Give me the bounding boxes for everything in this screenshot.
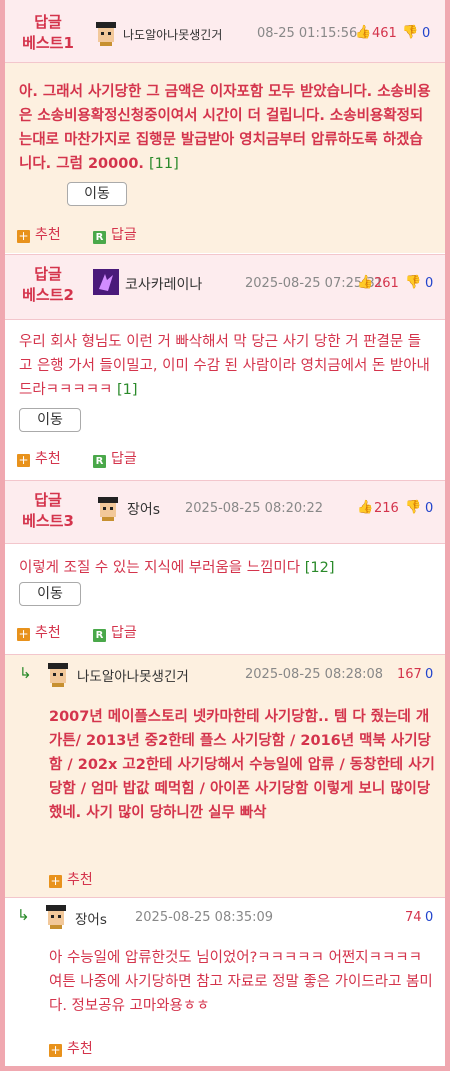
downvote-count: 0: [425, 501, 434, 516]
reply-r-icon: R: [93, 455, 106, 468]
reply-r-icon: R: [93, 231, 106, 244]
avatar[interactable]: [95, 495, 121, 521]
plus-square-icon: +: [17, 453, 30, 467]
move-button[interactable]: 이동: [19, 582, 81, 606]
comment-date: 08-25 01:15:56: [257, 26, 358, 41]
rank-line2: 베스트1: [22, 34, 74, 52]
recommend-button[interactable]: + 추천: [17, 448, 61, 468]
reply-arrow-icon: ↳: [19, 664, 32, 682]
reply-label: 답글: [111, 227, 137, 243]
rank-line2: 베스트3: [22, 512, 74, 530]
downvote-count: 0: [425, 667, 434, 682]
upvote-count: 216: [374, 501, 399, 516]
reply-label: 답글: [111, 625, 137, 641]
avatar[interactable]: [43, 903, 69, 929]
recommend-label: 추천: [35, 227, 61, 243]
upvote-count: 74: [405, 910, 422, 925]
downvote-count: 0: [425, 276, 434, 291]
plus-square-icon: +: [49, 1043, 62, 1057]
author-nickname[interactable]: 코사카레이나: [125, 274, 202, 294]
upvote-count: 167: [397, 667, 422, 682]
rank-line1: 답글: [34, 491, 62, 509]
recommend-button[interactable]: + 추천: [49, 1038, 93, 1058]
comment-text: 우리 회사 형님도 이런 거 빠삭해서 막 당근 사기 당한 거 판결문 들고 …: [19, 330, 433, 402]
recommend-label: 추천: [35, 625, 61, 641]
rank-line2: 베스트2: [22, 286, 74, 304]
comment-list: 답글 베스트1 나도알아나못생긴거 08-25 01:15:56 👍 461 👎…: [0, 0, 450, 1071]
downvote-count: 0: [425, 910, 434, 925]
recommend-button[interactable]: + 추천: [17, 224, 61, 244]
recommend-label: 추천: [35, 451, 61, 467]
reply-text: 아 수능일에 압류한것도 님이었어?ㅋㅋㅋㅋㅋ 어쩐지ㅋㅋㅋㅋ 여튼 나중에 사…: [49, 950, 433, 1014]
comment-body: 우리 회사 형님도 이런 거 빠삭해서 막 당근 사기 당한 거 판결문 들고 …: [19, 334, 430, 398]
divider: [5, 897, 445, 898]
comment-date: 2025-08-25 08:35:09: [135, 910, 274, 925]
plus-square-icon: +: [17, 229, 30, 243]
thumbs-down-icon[interactable]: 👎: [402, 25, 418, 40]
plus-square-icon: +: [49, 874, 62, 888]
thumbs-down-icon[interactable]: 👎: [405, 500, 421, 515]
author-nickname[interactable]: 장어s: [75, 908, 107, 928]
downvote-count: 0: [422, 26, 431, 41]
recommend-label: 추천: [67, 872, 93, 888]
comment-text: 아. 그래서 사기당한 그 금액은 이자포함 모두 받았습니다. 소송비용은 소…: [19, 80, 433, 176]
upvote-count: 261: [374, 276, 399, 291]
author-nickname[interactable]: 나도알아나못생긴거: [123, 26, 222, 43]
reply-r-icon: R: [93, 629, 106, 642]
thumbs-up-icon[interactable]: 👍: [357, 275, 373, 290]
comment-date: 2025-08-25 08:20:22: [185, 501, 324, 516]
best-rank-label: 답글 베스트1: [17, 12, 79, 54]
reply-text: 2007년 메이플스토리 넷카마한테 사기당함.. 템 다 줬는데 개가튼/ 2…: [49, 709, 435, 821]
best-rank-label: 답글 베스트3: [17, 490, 79, 532]
rank-line1: 답글: [34, 13, 62, 31]
thumbs-up-icon[interactable]: 👍: [357, 500, 373, 515]
plus-square-icon: +: [17, 627, 30, 641]
recommend-button[interactable]: + 추천: [49, 869, 93, 889]
thumbs-up-icon[interactable]: 👍: [355, 25, 371, 40]
avatar[interactable]: [93, 20, 119, 46]
reply-count[interactable]: [1]: [117, 382, 138, 398]
recommend-button[interactable]: + 추천: [17, 622, 61, 642]
move-button[interactable]: 이동: [67, 182, 127, 206]
comment-text: 이렇게 조질 수 있는 지식에 부러움을 느낌미다 [12]: [19, 556, 433, 580]
comment-date: 2025-08-25 08:28:08: [245, 667, 384, 682]
rank-line1: 답글: [34, 265, 62, 283]
upvote-count: 461: [372, 26, 397, 41]
best-rank-label: 답글 베스트2: [17, 264, 79, 306]
author-nickname[interactable]: 나도알아나못생긴거: [77, 665, 189, 685]
reply-count[interactable]: [11]: [149, 156, 179, 172]
reply-button[interactable]: R 답글: [93, 224, 137, 244]
author-nickname[interactable]: 장어s: [127, 499, 160, 519]
comment-body: 아. 그래서 사기당한 그 금액은 이자포함 모두 받았습니다. 소송비용은 소…: [19, 84, 431, 172]
reply-count[interactable]: [12]: [305, 560, 335, 576]
reply-button[interactable]: R 답글: [93, 448, 137, 468]
thumbs-down-icon[interactable]: 👎: [405, 275, 421, 290]
reply-label: 답글: [111, 451, 137, 467]
comment-body: 이렇게 조질 수 있는 지식에 부러움을 느낌미다: [19, 560, 301, 576]
move-button[interactable]: 이동: [19, 408, 81, 432]
reply-button[interactable]: R 답글: [93, 622, 137, 642]
reply-arrow-icon: ↳: [17, 906, 30, 924]
avatar[interactable]: [93, 269, 119, 295]
avatar[interactable]: [45, 661, 71, 687]
recommend-label: 추천: [67, 1041, 93, 1057]
